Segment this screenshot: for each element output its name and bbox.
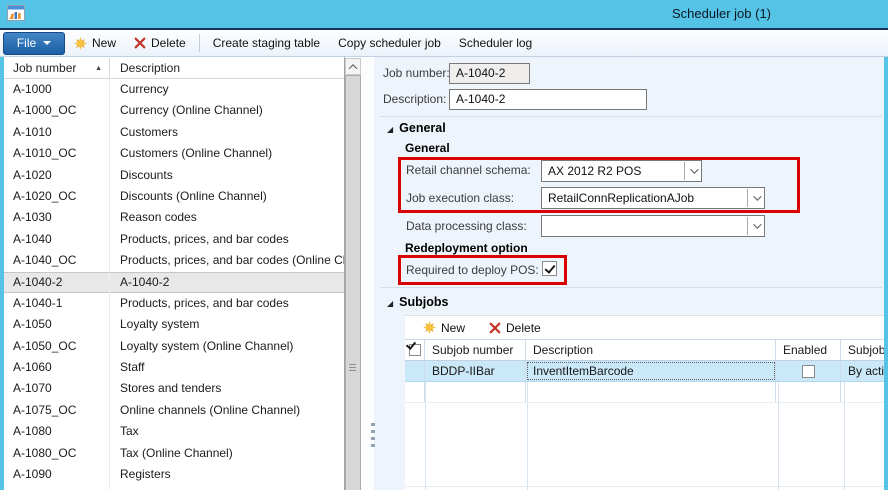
window-right-border bbox=[884, 57, 888, 490]
job-row[interactable]: A-1030Reason codes bbox=[4, 207, 344, 228]
window-body: Job number ▲ Description A-1000Currency … bbox=[0, 57, 888, 490]
toolbar-separator bbox=[199, 34, 200, 52]
description-field[interactable]: A-1040-2 bbox=[449, 89, 647, 110]
subjobs-delete-button[interactable]: Delete bbox=[489, 321, 541, 335]
delete-button[interactable]: Delete bbox=[125, 30, 195, 56]
column-header-subjob-re[interactable]: Subjob re bbox=[841, 340, 888, 360]
subjobs-grid-header: Subjob number Description Enabled Subjob… bbox=[405, 340, 888, 361]
job-row[interactable]: A-1040_OCProducts, prices, and bar codes… bbox=[4, 250, 344, 271]
jobs-list-header: Job number ▲ Description bbox=[4, 58, 344, 79]
caret-down-icon bbox=[43, 41, 51, 45]
detail-panel: Job number: A-1040-2 Description: A-1040… bbox=[374, 57, 888, 490]
section-expander-icon[interactable]: ◢ bbox=[387, 125, 393, 134]
window-left-border bbox=[0, 57, 4, 490]
job-row[interactable]: A-1040-1Products, prices, and bar codes bbox=[4, 293, 344, 314]
redeployment-option-label: Redeployment option bbox=[405, 241, 528, 255]
general-section-header[interactable]: ◢ General bbox=[387, 121, 446, 135]
jobs-rows: A-1000Currency A-1000_OCCurrency (Online… bbox=[4, 79, 344, 490]
splitter-grip-icon bbox=[371, 423, 375, 448]
dropdown-arrow-icon[interactable] bbox=[747, 217, 764, 235]
job-row-selected[interactable]: A-1040-2A-1040-2 bbox=[4, 272, 344, 293]
column-header-job-number[interactable]: Job number ▲ bbox=[4, 58, 110, 78]
titlebar: Scheduler job (1) bbox=[0, 0, 888, 28]
subjobs-toolbar: New Delete bbox=[405, 315, 888, 340]
chevron-up-icon bbox=[349, 64, 357, 72]
job-row[interactable]: A-1000_OCCurrency (Online Channel) bbox=[4, 100, 344, 121]
scroll-up-button[interactable] bbox=[345, 58, 361, 75]
file-menu-button[interactable]: File bbox=[3, 32, 65, 55]
job-row[interactable]: A-1020_OCDiscounts (Online Channel) bbox=[4, 186, 344, 207]
column-header-subjob-number[interactable]: Subjob number bbox=[425, 340, 526, 360]
job-execution-class-combobox[interactable]: RetailConnReplicationAJob bbox=[541, 187, 765, 209]
job-row[interactable]: A-1050_OCLoyalty system (Online Channel) bbox=[4, 336, 344, 357]
subjobs-grid: Subjob number Description Enabled Subjob… bbox=[405, 340, 888, 490]
column-header-enabled[interactable]: Enabled bbox=[776, 340, 841, 360]
scheduler-log-button[interactable]: Scheduler log bbox=[450, 30, 541, 56]
required-to-deploy-label: Required to deploy POS: bbox=[406, 263, 539, 277]
column-header-description[interactable]: Description bbox=[526, 340, 776, 360]
retail-channel-schema-combobox[interactable]: AX 2012 R2 POS bbox=[541, 160, 702, 182]
copy-scheduler-job-button[interactable]: Copy scheduler job bbox=[329, 30, 450, 56]
delete-x-icon bbox=[489, 322, 501, 334]
job-row[interactable]: A-1070Stores and tenders bbox=[4, 378, 344, 399]
window-title: Scheduler job (1) bbox=[672, 6, 771, 21]
subjob-row-selected[interactable]: BDDP-IIBar InventItemBarcode By action bbox=[405, 361, 888, 382]
jobs-list-scrollbar[interactable] bbox=[345, 58, 361, 490]
job-row[interactable]: A-1080Tax bbox=[4, 421, 344, 442]
sort-ascending-icon: ▲ bbox=[95, 59, 102, 79]
new-button[interactable]: New bbox=[65, 30, 125, 56]
section-divider bbox=[380, 287, 882, 288]
delete-x-icon bbox=[134, 37, 146, 49]
description-label: Description: bbox=[383, 92, 446, 106]
star-new-icon bbox=[423, 321, 436, 334]
scrollbar-thumb[interactable] bbox=[345, 75, 361, 490]
job-number-field[interactable]: A-1040-2 bbox=[449, 63, 530, 84]
main-toolbar: File New Delete Create staging table Cop… bbox=[0, 30, 888, 57]
app-window-icon bbox=[7, 5, 25, 22]
subjobs-new-button[interactable]: New bbox=[423, 321, 465, 335]
column-header-description[interactable]: Description bbox=[110, 58, 344, 78]
job-row[interactable]: A-1040Products, prices, and bar codes bbox=[4, 229, 344, 250]
job-row[interactable]: A-1090Registers bbox=[4, 464, 344, 485]
star-new-icon bbox=[74, 37, 87, 50]
scheduler-job-window: Scheduler job (1) File New Delete Create… bbox=[0, 0, 888, 490]
subjob-empty-row[interactable] bbox=[405, 382, 888, 403]
enabled-checkbox[interactable] bbox=[802, 365, 815, 378]
create-staging-table-button[interactable]: Create staging table bbox=[204, 30, 329, 56]
job-row[interactable]: A-1010Customers bbox=[4, 122, 344, 143]
job-execution-class-label: Job execution class: bbox=[406, 191, 514, 205]
data-processing-class-label: Data processing class: bbox=[406, 219, 527, 233]
jobs-list-panel: Job number ▲ Description A-1000Currency … bbox=[4, 57, 345, 490]
dropdown-arrow-icon[interactable] bbox=[747, 189, 764, 207]
retail-channel-schema-label: Retail channel schema: bbox=[406, 163, 531, 177]
row-select-cell[interactable] bbox=[405, 361, 425, 381]
job-row[interactable]: A-1060Staff bbox=[4, 357, 344, 378]
job-row[interactable]: A-1000Currency bbox=[4, 79, 344, 100]
required-to-deploy-checkbox[interactable] bbox=[542, 261, 557, 276]
dropdown-arrow-icon[interactable] bbox=[684, 162, 701, 180]
job-row[interactable]: A-1075_OCOnline channels (Online Channel… bbox=[4, 400, 344, 421]
job-row[interactable]: A-1095Offline database configuration bbox=[4, 485, 344, 490]
job-row[interactable]: A-1080_OCTax (Online Channel) bbox=[4, 443, 344, 464]
section-divider bbox=[380, 116, 882, 117]
subjobs-section-header[interactable]: ◢ Subjobs bbox=[387, 295, 448, 309]
section-expander-icon[interactable]: ◢ bbox=[387, 299, 393, 308]
job-row[interactable]: A-1050Loyalty system bbox=[4, 314, 344, 335]
general-group-label: General bbox=[405, 141, 450, 155]
job-row[interactable]: A-1020Discounts bbox=[4, 165, 344, 186]
job-number-label: Job number: bbox=[383, 66, 450, 80]
job-row[interactable]: A-1010_OCCustomers (Online Channel) bbox=[4, 143, 344, 164]
data-processing-class-combobox[interactable] bbox=[541, 215, 765, 237]
scrollbar-grip-icon bbox=[349, 364, 356, 373]
